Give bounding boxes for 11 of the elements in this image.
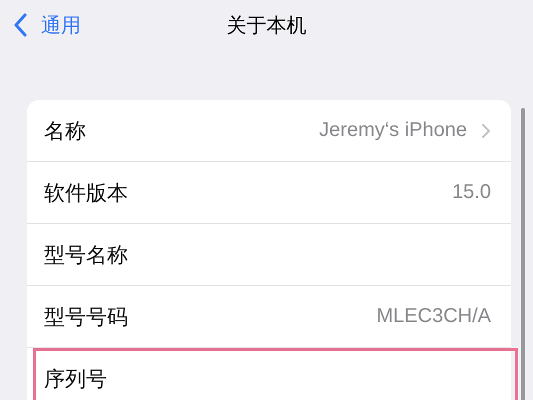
row-label: 序列号 (44, 366, 108, 392)
row-value: 15.0 (452, 181, 491, 204)
row-value: MLEC3CH/A (376, 305, 491, 328)
back-icon (13, 13, 27, 37)
row-label: 软件版本 (44, 180, 129, 206)
row-value: Jeremy‘s iPhone (319, 119, 467, 142)
page-title: 关于本机 (226, 12, 308, 39)
row-label: 名称 (44, 118, 87, 144)
back-button[interactable]: 通用 (0, 12, 81, 38)
row-label: 型号号码 (44, 304, 129, 330)
row-label: 型号名称 (44, 242, 129, 268)
